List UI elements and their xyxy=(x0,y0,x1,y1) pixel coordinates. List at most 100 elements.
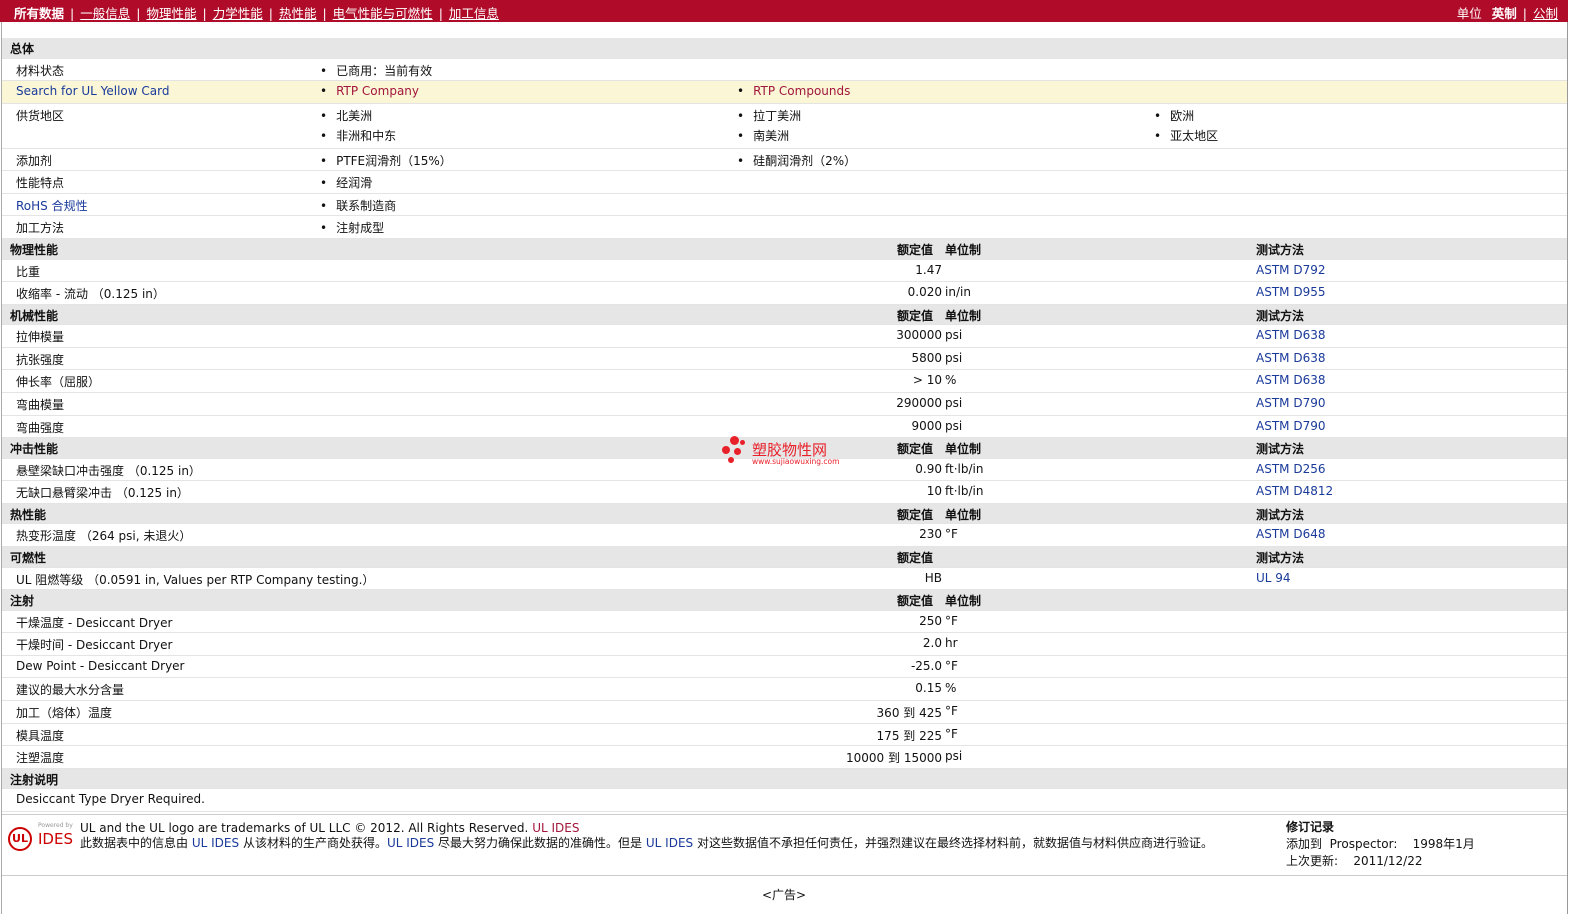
section-title: 总体 xyxy=(10,42,35,56)
test-method-link[interactable]: ASTM D648 xyxy=(1256,527,1325,541)
ul-ides-link[interactable]: UL IDES xyxy=(532,821,579,835)
ul-ides-link[interactable]: UL IDES xyxy=(387,836,434,850)
row-label: 材料状态 xyxy=(16,63,65,78)
property-label: 弯曲模量 xyxy=(16,398,65,413)
col-header-nominal: 额定值 xyxy=(897,442,934,457)
test-method-link[interactable]: UL 94 xyxy=(1256,571,1291,585)
row-notes: Desiccant Type Dryer Required. xyxy=(2,789,1567,812)
test-method-link[interactable]: ASTM D790 xyxy=(1256,396,1325,410)
row-label: 供货地区 xyxy=(16,108,65,123)
added-date: 1998年1月 xyxy=(1412,837,1475,851)
property-row: 弯曲模量 290000 psi ASTM D790 xyxy=(2,393,1567,416)
property-label: 拉伸模量 xyxy=(16,330,65,345)
unit-imperial[interactable]: 英制 xyxy=(1492,6,1517,21)
additive-item: PTFE润滑剂（15%） xyxy=(320,152,452,169)
col-header-method: 测试方法 xyxy=(1256,507,1305,522)
section-title: 冲击性能 xyxy=(10,442,59,457)
property-unit: % xyxy=(945,373,957,388)
row-value: 联系制造商 xyxy=(320,197,396,214)
col-header-unit: 单位制 xyxy=(945,507,982,522)
test-method-link[interactable]: ASTM D792 xyxy=(1256,263,1325,277)
col-header-method: 测试方法 xyxy=(1256,551,1305,565)
added-source: Prospector: xyxy=(1329,837,1398,851)
col-header-nominal: 额定值 xyxy=(897,594,934,609)
tab-mechanical[interactable]: 力学性能 xyxy=(213,6,263,21)
property-unit: ft·lb/in xyxy=(945,484,984,499)
property-label: 干燥温度 - Desiccant Dryer xyxy=(16,615,173,630)
rtp-company-link[interactable]: RTP Company xyxy=(336,84,419,98)
row-processing-method: 加工方法 注射成型 xyxy=(2,216,1567,240)
ul-yellow-card-link[interactable]: Search for UL Yellow Card xyxy=(16,84,169,98)
col-header-unit: 单位制 xyxy=(945,442,982,457)
datasheet-table: 总体 材料状态 已商用：当前有效 Search for UL Yellow Ca… xyxy=(2,38,1567,812)
col-header-unit: 单位制 xyxy=(945,308,982,323)
property-label: 建议的最大水分含量 xyxy=(16,683,125,698)
test-method-link[interactable]: ASTM D790 xyxy=(1256,419,1325,433)
tab-processing[interactable]: 加工信息 xyxy=(449,6,499,21)
updated-date: 2011/12/22 xyxy=(1353,854,1423,868)
footer: UL Powered by IDES UL and the UL logo ar… xyxy=(2,814,1567,876)
test-method-link[interactable]: ASTM D256 xyxy=(1256,462,1325,476)
property-label: 加工（熔体）温度 xyxy=(16,705,113,720)
section-header-physical: 物理性能 额定值 单位制 测试方法 xyxy=(2,239,1567,260)
property-row: 抗张强度 5800 psi ASTM D638 xyxy=(2,348,1567,371)
property-value: 175 到 225 xyxy=(876,728,942,743)
property-unit: °F xyxy=(945,726,958,741)
property-value: 300000 xyxy=(896,328,942,343)
test-method-link[interactable]: ASTM D638 xyxy=(1256,328,1325,342)
property-unit: psi xyxy=(945,418,963,433)
col-header-method: 测试方法 xyxy=(1256,442,1305,457)
rtp-compounds-link[interactable]: RTP Compounds xyxy=(753,84,850,98)
property-value: 0.020 xyxy=(907,285,942,300)
property-label: 注塑温度 xyxy=(16,751,65,766)
test-method-link[interactable]: ASTM D955 xyxy=(1256,285,1325,299)
property-label: 悬壁梁缺口冲击强度 （0.125 in） xyxy=(16,463,201,478)
property-value: 250 xyxy=(919,613,942,628)
ul-ides-link[interactable]: UL IDES xyxy=(646,836,693,850)
property-value: 1.47 xyxy=(915,262,942,277)
updated-label: 上次更新: xyxy=(1286,854,1339,868)
region-item: 非洲和中东 xyxy=(320,127,396,144)
tab-general-info[interactable]: 一般信息 xyxy=(80,6,130,21)
tab-electrical-flammability[interactable]: 电气性能与可燃性 xyxy=(333,6,433,21)
unit-metric-link[interactable]: 公制 xyxy=(1533,6,1558,21)
property-value: 0.90 xyxy=(915,461,942,476)
section-header-thermal: 热性能 额定值 单位制 测试方法 xyxy=(2,503,1567,525)
test-method-link[interactable]: ASTM D638 xyxy=(1256,351,1325,365)
property-value: 0.15 xyxy=(915,681,942,696)
property-row: 干燥时间 - Desiccant Dryer 2.0 hr xyxy=(2,633,1567,656)
property-unit: ft·lb/in xyxy=(945,461,984,476)
property-label: 抗张强度 xyxy=(16,352,65,367)
property-value: > 10 xyxy=(912,373,942,388)
watermark-logo: 塑胶物性网 www.sujiaowuxing.com xyxy=(720,436,860,470)
test-method-link[interactable]: ASTM D4812 xyxy=(1256,484,1333,498)
section-title: 可燃性 xyxy=(10,551,47,565)
injection-rows: 干燥温度 - Desiccant Dryer 250 °F 干燥时间 - Desicc… xyxy=(2,611,1567,769)
tab-all-data[interactable]: 所有数据 xyxy=(14,6,64,21)
tab-thermal[interactable]: 热性能 xyxy=(279,6,317,21)
revision-history: 修订记录 添加到 Prospector: 1998年1月 上次更新: 2011/… xyxy=(1286,819,1475,870)
property-value: -25.0 xyxy=(910,658,942,673)
disclaimer-text: 从该材料的生产商处获得。 xyxy=(242,836,387,850)
property-row: UL 阻燃等级 （0.0591 in, Values per RTP Compa… xyxy=(2,568,1567,591)
test-method-link[interactable]: ASTM D638 xyxy=(1256,373,1325,387)
row-label: 性能特点 xyxy=(16,176,65,191)
row-value: 已商用：当前有效 xyxy=(320,62,432,79)
col-header-method: 测试方法 xyxy=(1256,308,1305,323)
disclaimer-text: 尽最大努力确保此数据的准确性。但是 xyxy=(438,836,643,850)
property-row: 拉伸模量 300000 psi ASTM D638 xyxy=(2,325,1567,348)
property-unit: % xyxy=(945,681,957,696)
property-unit: °F xyxy=(945,527,958,542)
property-row: 建议的最大水分含量 0.15% xyxy=(2,678,1567,701)
row-features: 性能特点 经润滑 xyxy=(2,171,1567,194)
ul-ides-logo: UL Powered by IDES xyxy=(6,821,76,851)
region-item: 欧洲 xyxy=(1154,107,1194,124)
property-row: 弯曲强度 9000 psi ASTM D790 xyxy=(2,416,1567,439)
ul-ides-link[interactable]: UL IDES xyxy=(192,836,239,850)
row-value: 注射成型 xyxy=(320,219,384,236)
section-header-mechanical: 机械性能 额定值 单位制 测试方法 xyxy=(2,304,1567,326)
property-label: 弯曲强度 xyxy=(16,420,65,435)
property-row: 热变形温度 （264 psi, 未退火） 230 °F ASTM D648 xyxy=(2,524,1567,547)
tab-physical[interactable]: 物理性能 xyxy=(146,6,196,21)
rohs-link[interactable]: RoHS 合规性 xyxy=(16,197,88,214)
